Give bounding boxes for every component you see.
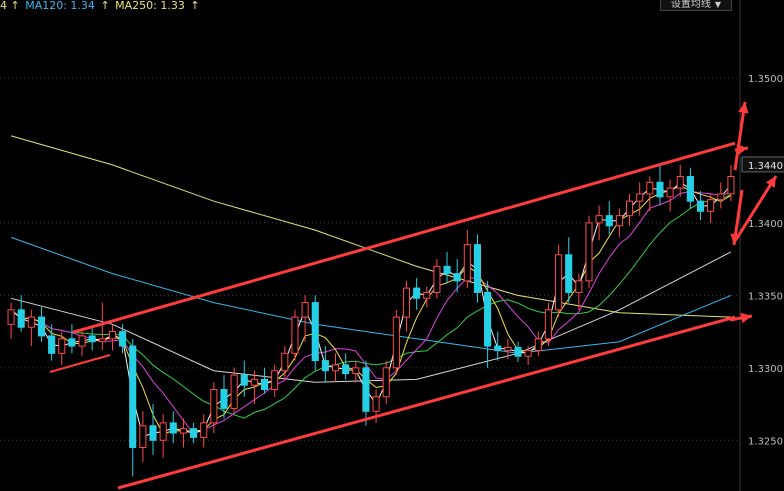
y-tick-label: 1.3400: [748, 219, 783, 230]
y-tick-label: 1.3500: [748, 74, 783, 85]
candle-up: [179, 428, 187, 434]
candle-down: [220, 389, 228, 409]
legend-ma250-arrow: ↑: [190, 0, 200, 12]
candle-up: [250, 378, 258, 386]
candlestick-chart: 1.3500 1.3400 1.3350 1.3300 1.3250 1.3440: [0, 0, 784, 491]
candle-down: [88, 335, 96, 343]
candle-down: [342, 364, 350, 375]
candle-down: [169, 422, 177, 434]
candle-up: [27, 316, 35, 328]
candle-up: [352, 367, 360, 375]
candle-up: [423, 291, 431, 299]
legend-ma120-arrow: ↑: [100, 0, 110, 12]
candle-up: [402, 287, 411, 318]
candle-up: [200, 422, 208, 438]
candle-down: [443, 265, 451, 275]
candle-up: [301, 302, 309, 318]
candle-down: [68, 338, 76, 347]
candle-down: [494, 345, 502, 351]
candle-down: [565, 254, 573, 293]
candle-up: [646, 181, 654, 195]
candle-up: [230, 374, 238, 409]
y-tick-label: 1.3250: [748, 436, 783, 447]
current-price-label: 1.3440: [748, 161, 783, 172]
candle-up: [331, 364, 340, 372]
candle-down: [48, 335, 56, 354]
candle-up: [139, 425, 147, 449]
candle-up: [108, 331, 116, 340]
candle-up: [98, 338, 106, 343]
candle-up: [676, 176, 684, 189]
candle-down: [362, 367, 370, 412]
candle-down: [240, 374, 248, 386]
candle-down: [149, 425, 157, 441]
legend-ma120: MA120: 1.34: [25, 0, 95, 12]
candle-up: [504, 347, 512, 351]
candle-down: [261, 378, 269, 391]
ma-settings-button[interactable]: 设置均线 ▼: [660, 0, 732, 11]
candle-up: [271, 370, 279, 391]
candle-down: [17, 309, 25, 328]
ma-settings-label: 设置均线: [670, 0, 711, 10]
ma-green-line: [10, 194, 732, 419]
candle-down: [190, 428, 198, 438]
trend-channel-lower-early: [49, 354, 111, 373]
candle-up: [575, 280, 583, 293]
candle-down: [484, 291, 492, 347]
candle-up: [666, 187, 674, 198]
ma-white-line: [10, 251, 732, 383]
candle-down: [129, 345, 137, 449]
legend-ma250: MA250: 1.33: [115, 0, 185, 12]
candle-up: [727, 176, 735, 195]
candle-up: [626, 200, 634, 217]
candle-up: [463, 244, 471, 282]
candle-down: [605, 215, 613, 227]
candle-down: [453, 273, 461, 282]
candle-down: [656, 181, 664, 198]
candle-up: [210, 389, 218, 424]
candle-up: [392, 316, 400, 369]
candle-down: [413, 287, 421, 299]
candle-down: [311, 302, 319, 362]
candle-down: [119, 331, 127, 347]
candle-up: [595, 215, 603, 224]
candle-down: [686, 176, 694, 202]
candle-down: [473, 244, 481, 293]
arrow-lower-right-head: [740, 312, 752, 324]
candle-up: [534, 338, 542, 351]
candle-up: [555, 254, 563, 311]
y-tick-label: 1.3300: [748, 364, 783, 375]
candle-down: [514, 347, 522, 357]
candle-up: [372, 396, 380, 412]
candle-up: [717, 193, 725, 201]
y-tick-label: 1.3350: [748, 291, 783, 302]
candle-up: [636, 193, 644, 202]
candle-down: [321, 360, 329, 372]
candle-up: [382, 367, 390, 398]
candle-up: [544, 309, 552, 340]
candle-up: [615, 215, 623, 227]
candle-up: [433, 265, 441, 293]
candle-up: [58, 338, 66, 354]
ma250-line: [10, 135, 731, 318]
candle-down: [37, 316, 46, 337]
legend-lead: 4 ↑: [0, 0, 20, 12]
candle-up: [159, 422, 167, 441]
candle-up: [78, 335, 86, 347]
candle-up: [281, 352, 289, 372]
candle-up: [7, 309, 15, 325]
candle-up: [707, 199, 715, 212]
candle-up: [585, 222, 593, 282]
candle-down: [696, 200, 705, 212]
candle-up: [524, 349, 532, 357]
ma-legend-bar: 4 ↑ MA120: 1.34 ↑ MA250: 1.33 ↑: [0, 0, 202, 14]
candle-up: [291, 316, 299, 354]
chart-stage: 1.3500 1.3400 1.3350 1.3300 1.3250 1.3440 4 ↑…: [0, 0, 784, 491]
chevron-down-icon: ▼: [714, 0, 722, 9]
